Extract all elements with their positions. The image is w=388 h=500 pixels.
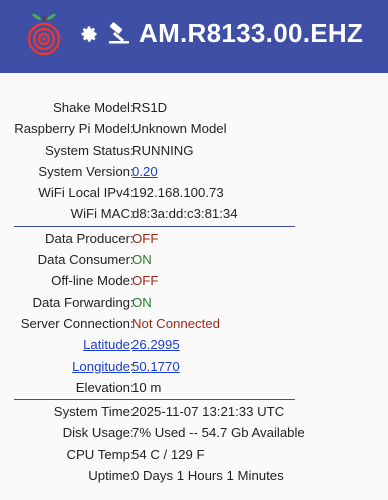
label-cpu-temp: CPU Temp bbox=[66, 446, 130, 462]
label-system-version: System Version bbox=[38, 163, 130, 179]
row-wifi-ipv4: WiFi Local IPv4: 192.168.100.73 bbox=[0, 182, 388, 203]
value-cpu-temp: 54 C / 129 F bbox=[132, 446, 205, 462]
row-latitude: Latitude: 26.2995 bbox=[0, 334, 388, 355]
label-wifi-mac: WiFi MAC bbox=[70, 206, 130, 222]
system-version-link[interactable]: 0.20 bbox=[132, 161, 158, 182]
label-system-time: System Time bbox=[53, 404, 130, 420]
gear-icon[interactable] bbox=[79, 24, 99, 44]
row-data-forwarding: Data Forwarding: ON bbox=[0, 292, 388, 313]
divider bbox=[14, 399, 295, 401]
row-system-time: System Time: 2025-11-07 13:21:33 UTC bbox=[0, 401, 388, 422]
app-header: AM.R8133.00.EHZ bbox=[0, 0, 388, 73]
row-data-consumer: Data Consumer: ON bbox=[0, 249, 388, 270]
label-data-forwarding: Data Forwarding bbox=[32, 294, 130, 310]
row-uptime: Uptime: 0 Days 1 Hours 1 Minutes bbox=[0, 465, 388, 486]
raspberry-shake-logo-icon bbox=[27, 13, 61, 56]
latitude-value-link[interactable]: 26.2995 bbox=[132, 334, 180, 355]
label-system-status: System Status bbox=[44, 142, 130, 158]
value-pi-model: Unknown Model bbox=[132, 121, 227, 137]
value-wifi-ipv4: 192.168.100.73 bbox=[132, 185, 224, 201]
label-elevation: Elevation bbox=[75, 379, 130, 395]
row-offline-mode: Off-line Mode: OFF bbox=[0, 270, 388, 291]
row-system-status: System Status: RUNNING bbox=[0, 140, 388, 161]
label-wifi-ipv4: WiFi Local IPv4 bbox=[38, 185, 130, 201]
row-system-version: System Version: 0.20 bbox=[0, 161, 388, 182]
value-data-forwarding: ON bbox=[132, 294, 152, 310]
label-server-connection: Server Connection bbox=[20, 315, 130, 331]
value-wifi-mac: d8:3a:dd:c3:81:34 bbox=[132, 206, 238, 222]
label-disk-usage: Disk Usage bbox=[62, 425, 130, 441]
value-uptime: 0 Days 1 Hours 1 Minutes bbox=[132, 468, 284, 484]
value-shake-model: RS1D bbox=[132, 100, 168, 115]
row-disk-usage: Disk Usage: 7% Used -- 54.7 Gb Available bbox=[0, 422, 388, 443]
value-elevation: 10 m bbox=[132, 379, 162, 395]
longitude-label-link[interactable]: Longitude bbox=[72, 356, 130, 377]
row-longitude: Longitude: 50.1770 bbox=[0, 356, 388, 377]
value-system-time: 2025-11-07 13:21:33 UTC bbox=[132, 404, 285, 420]
status-table: Shake Model: RS1D Raspberry Pi Model: Un… bbox=[0, 97, 388, 486]
hammer-icon[interactable] bbox=[106, 20, 132, 46]
label-shake-model: Shake Model bbox=[53, 100, 130, 115]
row-server-connection: Server Connection: Not Connected bbox=[0, 313, 388, 334]
row-elevation: Elevation: 10 m bbox=[0, 377, 388, 398]
label-uptime: Uptime bbox=[88, 468, 130, 484]
value-disk-usage: 7% Used -- 54.7 Gb Available bbox=[132, 425, 305, 441]
label-pi-model: Raspberry Pi Model bbox=[14, 121, 130, 137]
label-offline-mode: Off-line Mode bbox=[51, 273, 130, 289]
value-server-connection: Not Connected bbox=[132, 315, 220, 331]
value-offline-mode: OFF bbox=[132, 273, 159, 289]
latitude-label-link[interactable]: Latitude bbox=[83, 334, 130, 355]
value-system-status: RUNNING bbox=[132, 142, 194, 158]
label-data-producer: Data Producer bbox=[44, 230, 130, 246]
row-shake-model: Shake Model: RS1D bbox=[0, 97, 388, 118]
row-data-producer: Data Producer: OFF bbox=[0, 228, 388, 249]
label-data-consumer: Data Consumer bbox=[37, 252, 130, 268]
divider bbox=[14, 225, 295, 227]
value-data-consumer: ON bbox=[132, 252, 152, 268]
value-data-producer: OFF bbox=[132, 230, 159, 246]
row-wifi-mac: WiFi MAC: d8:3a:dd:c3:81:34 bbox=[0, 203, 388, 224]
station-id: AM.R8133.00.EHZ bbox=[139, 18, 364, 48]
row-cpu-temp: CPU Temp: 54 C / 129 F bbox=[0, 444, 388, 465]
longitude-value-link[interactable]: 50.1770 bbox=[132, 356, 180, 377]
row-pi-model: Raspberry Pi Model: Unknown Model bbox=[0, 118, 388, 139]
